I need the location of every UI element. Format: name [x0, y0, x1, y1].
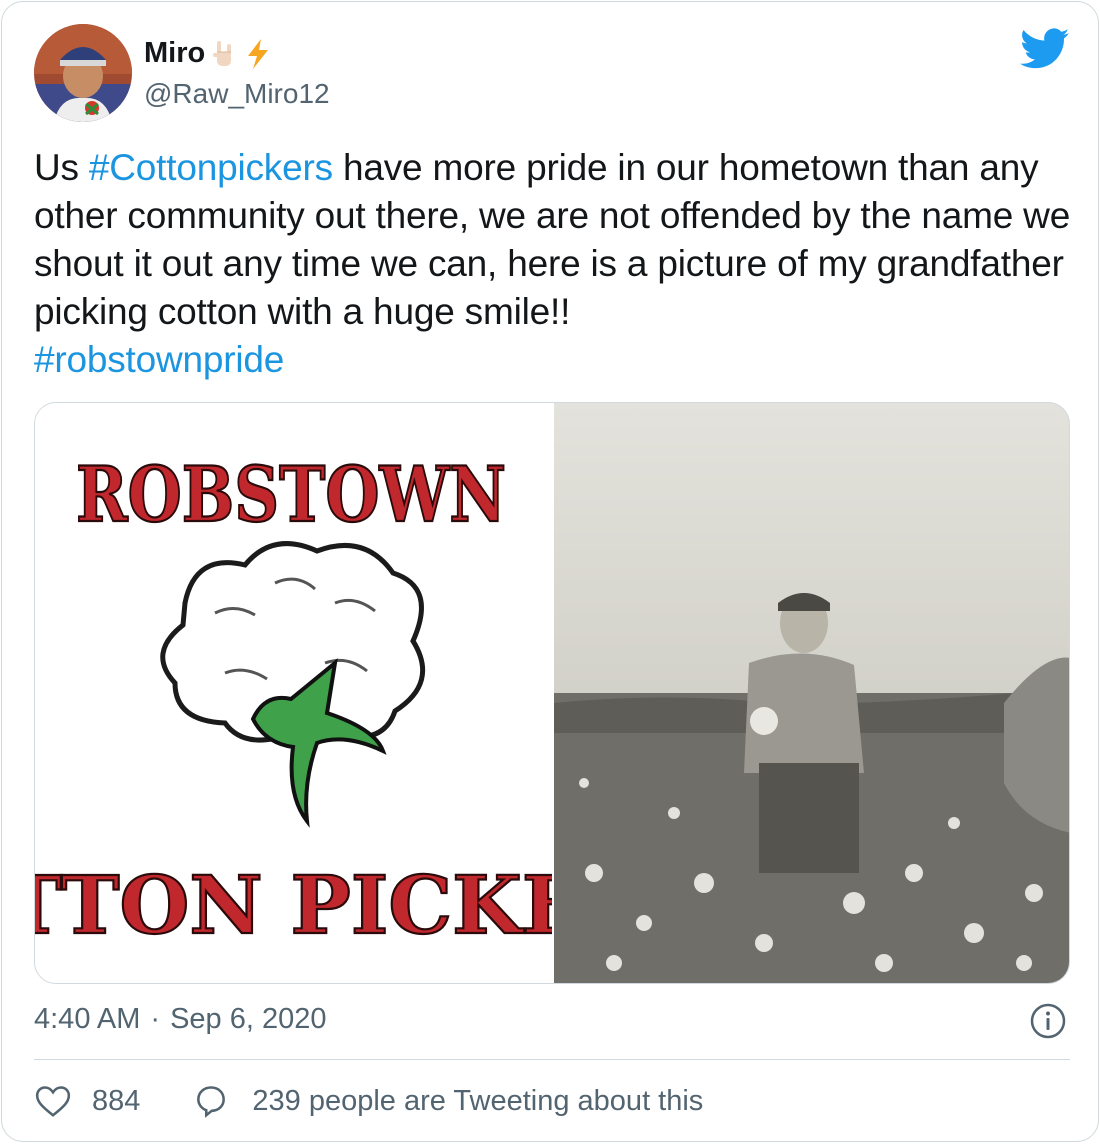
tweet-timestamp[interactable]: 4:40 AM · Sep 6, 2020: [34, 1003, 327, 1036]
sign-of-the-horns-icon: [209, 38, 239, 70]
twitter-bird-icon[interactable]: [1020, 28, 1070, 70]
heart-icon: [35, 1086, 71, 1117]
display-name[interactable]: Miro: [144, 37, 205, 70]
tweet-date[interactable]: Sep 6, 2020: [170, 1003, 326, 1036]
avatar[interactable]: [34, 24, 132, 122]
author-handle[interactable]: @Raw_Miro12: [144, 78, 330, 110]
tweet-actions: 884 239 people are Tweeting about this: [34, 1082, 703, 1120]
reply-text: 239 people are Tweeting about this: [252, 1084, 704, 1117]
like-button[interactable]: 884: [34, 1082, 140, 1120]
high-voltage-icon: [243, 38, 273, 70]
speech-bubble-icon: [197, 1086, 226, 1118]
divider: [34, 1059, 1070, 1060]
info-icon[interactable]: [1029, 1002, 1067, 1040]
tweet-media: ROBSTOWN TTON PICKE: [34, 402, 1070, 984]
reply-button[interactable]: 239 people are Tweeting about this: [192, 1082, 703, 1120]
tweet-text: Us #Cottonpickers have more pride in our…: [34, 144, 1079, 384]
tweet-card: Miro @Raw_Miro12 Us #Cottonpickers have …: [1, 1, 1099, 1142]
author-name-row[interactable]: Miro: [144, 37, 273, 70]
media-image-logo[interactable]: ROBSTOWN TTON PICKE: [35, 403, 552, 983]
logo-top-text: ROBSTOWN: [76, 450, 506, 539]
like-count: 884: [92, 1084, 141, 1117]
media-image-photo[interactable]: [554, 403, 1069, 983]
hashtag-link[interactable]: #Cottonpickers: [89, 147, 333, 188]
cotton-boll-icon: [160, 541, 426, 828]
meta-separator: ·: [150, 1003, 161, 1035]
logo-bottom-text: TTON PICKE: [35, 858, 552, 952]
tweet-text-segment: Us: [34, 147, 89, 188]
tweet-time[interactable]: 4:40 AM: [34, 1003, 140, 1036]
hashtag-link[interactable]: #robstownpride: [34, 339, 284, 380]
